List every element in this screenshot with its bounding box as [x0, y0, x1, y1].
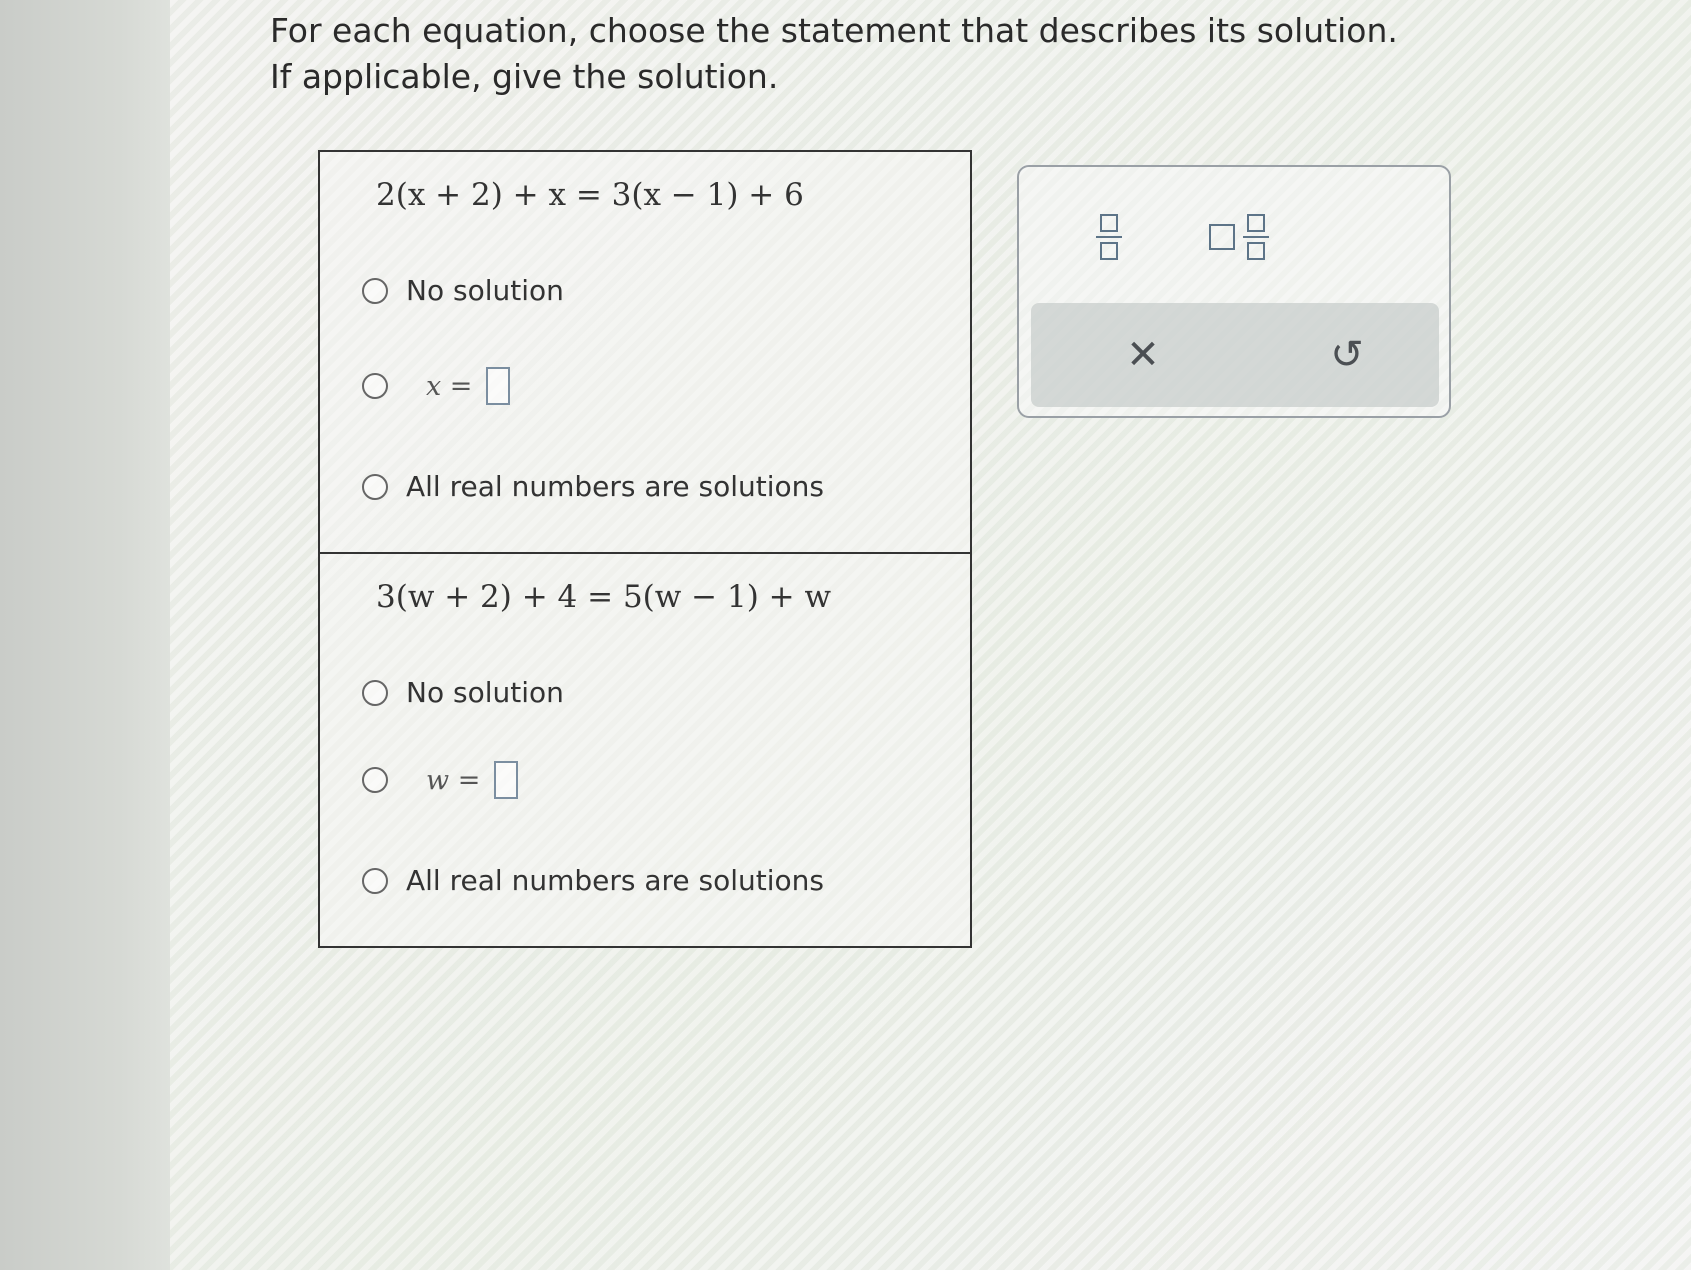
answer-input-w[interactable]	[494, 761, 519, 799]
instructions: For each equation, choose the statement …	[270, 8, 1470, 100]
option-all-real-1[interactable]: All real numbers are solutions	[362, 470, 824, 503]
question-panel: 2(x + 2) + x = 3(x − 1) + 6 No solution …	[318, 150, 972, 948]
variable-label: w =	[426, 764, 481, 796]
math-toolbox: ✕ ↺	[1017, 165, 1451, 418]
question-1: 2(x + 2) + x = 3(x − 1) + 6 No solution …	[320, 152, 970, 552]
fraction-icon	[1096, 214, 1122, 260]
option-label: All real numbers are solutions	[406, 470, 824, 503]
radio-button[interactable]	[362, 373, 388, 399]
action-bar: ✕ ↺	[1031, 303, 1439, 407]
mixed-number-button[interactable]	[1194, 197, 1284, 277]
instructions-line-1: For each equation, choose the statement …	[270, 11, 1398, 50]
answer-input-x[interactable]	[486, 367, 511, 405]
option-label: All real numbers are solutions	[406, 864, 824, 897]
question-2: 3(w + 2) + 4 = 5(w − 1) + w No solution …	[320, 552, 970, 946]
option-value-1[interactable]: x =	[362, 367, 511, 405]
radio-button[interactable]	[362, 473, 388, 500]
undo-button[interactable]: ↺	[1317, 325, 1377, 385]
option-no-solution-2[interactable]: No solution	[362, 676, 564, 709]
radio-button[interactable]	[362, 867, 388, 894]
variable-label: x =	[426, 370, 473, 402]
radio-button[interactable]	[362, 767, 388, 793]
fraction-button[interactable]	[1079, 197, 1139, 277]
option-value-2[interactable]: w =	[362, 761, 519, 799]
mixed-number-icon	[1209, 214, 1269, 260]
option-no-solution-1[interactable]: No solution	[362, 274, 564, 307]
equation-1: 2(x + 2) + x = 3(x − 1) + 6	[376, 177, 804, 213]
clear-button[interactable]: ✕	[1113, 325, 1173, 385]
radio-button[interactable]	[362, 277, 388, 304]
radio-button[interactable]	[362, 679, 388, 706]
instructions-line-2: If applicable, give the solution.	[270, 57, 779, 96]
close-icon: ✕	[1126, 332, 1160, 378]
option-label: No solution	[406, 676, 564, 709]
monitor-bezel	[0, 0, 170, 1270]
option-label: No solution	[406, 274, 564, 307]
equation-2: 3(w + 2) + 4 = 5(w − 1) + w	[376, 579, 832, 615]
option-all-real-2[interactable]: All real numbers are solutions	[362, 864, 824, 897]
undo-icon: ↺	[1330, 332, 1364, 378]
